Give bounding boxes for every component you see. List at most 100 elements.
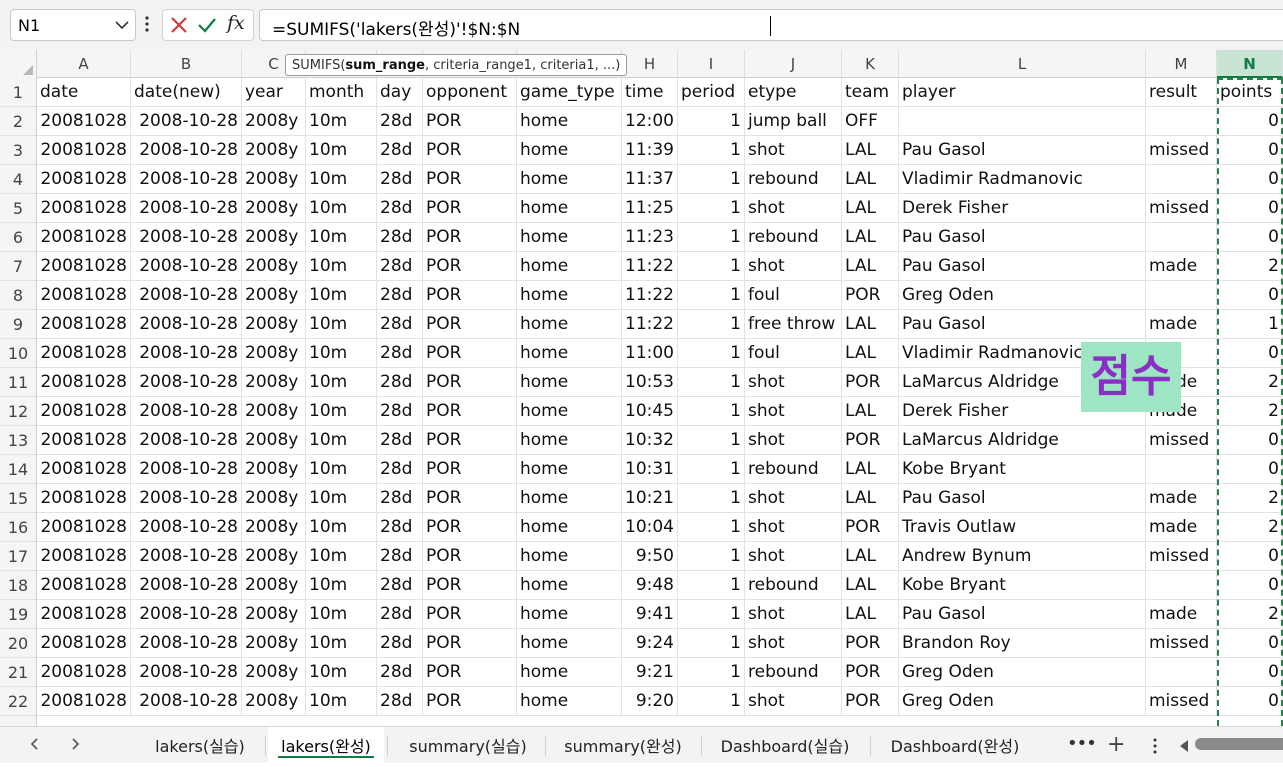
table-cell[interactable]: Pau Gasol — [899, 223, 1146, 252]
table-cell[interactable]: rebound — [745, 165, 842, 194]
table-cell[interactable]: 0 — [1217, 107, 1283, 136]
table-cell[interactable]: 0 — [1217, 426, 1283, 455]
table-cell[interactable]: 28d — [377, 687, 423, 716]
table-cell[interactable]: 11:25 — [622, 194, 678, 223]
table-cell[interactable]: 1 — [678, 281, 745, 310]
table-cell[interactable]: made — [1146, 484, 1217, 513]
table-cell[interactable]: shot — [745, 687, 842, 716]
table-cell[interactable]: 2008-10-28 — [131, 629, 242, 658]
table-cell[interactable]: POR — [423, 513, 517, 542]
table-cell[interactable]: POR — [423, 252, 517, 281]
fx-icon[interactable]: fx — [227, 12, 245, 34]
table-cell[interactable]: Andrew Bynum — [899, 542, 1146, 571]
table-cell[interactable]: 28d — [377, 281, 423, 310]
table-cell[interactable]: POR — [423, 455, 517, 484]
table-cell[interactable]: POR — [423, 397, 517, 426]
table-cell[interactable]: 2008-10-28 — [131, 223, 242, 252]
table-cell[interactable]: LaMarcus Aldridge — [899, 426, 1146, 455]
table-cell[interactable]: 9:20 — [622, 687, 678, 716]
table-cell[interactable]: 2008-10-28 — [131, 339, 242, 368]
table-cell[interactable]: 10m — [306, 339, 377, 368]
header-cell[interactable]: result — [1146, 78, 1217, 107]
table-cell[interactable]: 28d — [377, 107, 423, 136]
function-tooltip[interactable]: SUMIFS(sum_range, criteria_range1, crite… — [285, 54, 628, 76]
table-cell[interactable]: 20081028 — [37, 571, 131, 600]
table-cell[interactable]: 1 — [678, 136, 745, 165]
table-cell[interactable]: 2008-10-28 — [131, 165, 242, 194]
row-header-15[interactable]: 15 — [0, 484, 36, 513]
table-cell[interactable]: shot — [745, 484, 842, 513]
row-header-14[interactable]: 14 — [0, 455, 36, 484]
table-cell[interactable]: 2008y — [242, 513, 306, 542]
table-cell[interactable]: Pau Gasol — [899, 136, 1146, 165]
table-cell[interactable]: 9:48 — [622, 571, 678, 600]
table-cell[interactable]: Pau Gasol — [899, 252, 1146, 281]
table-cell[interactable]: 10m — [306, 252, 377, 281]
table-cell[interactable]: 2 — [1217, 368, 1283, 397]
table-cell[interactable]: 0 — [1217, 339, 1283, 368]
scroll-left-icon[interactable] — [1180, 740, 1188, 752]
table-cell[interactable]: 20081028 — [37, 339, 131, 368]
table-cell[interactable]: 2008y — [242, 455, 306, 484]
table-cell[interactable]: rebound — [745, 571, 842, 600]
table-cell[interactable]: home — [517, 513, 622, 542]
table-cell[interactable]: Greg Oden — [899, 658, 1146, 687]
table-cell[interactable]: home — [517, 252, 622, 281]
table-cell[interactable]: 1 — [678, 455, 745, 484]
table-cell[interactable]: LAL — [842, 542, 899, 571]
table-cell[interactable]: 20081028 — [37, 455, 131, 484]
sheet-tab-3[interactable]: summary(완성) — [548, 727, 698, 763]
table-cell[interactable]: 2008-10-28 — [131, 252, 242, 281]
table-cell[interactable]: 2008y — [242, 281, 306, 310]
table-cell[interactable]: 2008y — [242, 107, 306, 136]
table-cell[interactable]: home — [517, 484, 622, 513]
table-cell[interactable]: 2008-10-28 — [131, 658, 242, 687]
table-cell[interactable]: home — [517, 223, 622, 252]
header-cell[interactable]: team — [842, 78, 899, 107]
column-header-a[interactable]: A — [37, 50, 131, 78]
table-cell[interactable]: shot — [745, 368, 842, 397]
table-cell[interactable]: 2008y — [242, 165, 306, 194]
table-cell[interactable]: Vladimir Radmanovic — [899, 165, 1146, 194]
table-cell[interactable]: 2008y — [242, 194, 306, 223]
row-header-6[interactable]: 6 — [0, 223, 36, 252]
header-cell[interactable]: player — [899, 78, 1146, 107]
table-cell[interactable]: 20081028 — [37, 281, 131, 310]
table-cell[interactable]: 1 — [678, 571, 745, 600]
table-cell[interactable]: POR — [423, 107, 517, 136]
table-cell[interactable]: 1 — [678, 223, 745, 252]
table-cell[interactable]: 20081028 — [37, 484, 131, 513]
table-cell[interactable]: 2008y — [242, 600, 306, 629]
table-cell[interactable]: 1 — [678, 310, 745, 339]
table-cell[interactable]: 2 — [1217, 600, 1283, 629]
table-cell[interactable]: home — [517, 658, 622, 687]
table-cell[interactable]: 0 — [1217, 455, 1283, 484]
table-cell[interactable]: POR — [842, 368, 899, 397]
table-cell[interactable]: 1 — [678, 484, 745, 513]
table-cell[interactable]: 28d — [377, 194, 423, 223]
table-cell[interactable]: LAL — [842, 252, 899, 281]
table-cell[interactable]: POR — [842, 687, 899, 716]
table-cell[interactable]: shot — [745, 252, 842, 281]
table-cell[interactable]: 28d — [377, 455, 423, 484]
table-cell[interactable]: 20081028 — [37, 600, 131, 629]
header-cell[interactable]: points — [1217, 78, 1283, 107]
column-header-b[interactable]: B — [131, 50, 242, 78]
chevron-down-icon[interactable] — [115, 20, 129, 30]
table-cell[interactable]: POR — [842, 658, 899, 687]
table-cell[interactable]: 20081028 — [37, 194, 131, 223]
header-cell[interactable]: month — [306, 78, 377, 107]
formula-input[interactable]: =SUMIFS('lakers(완성)'!$N:$N — [259, 9, 1283, 41]
table-cell[interactable]: 1 — [678, 542, 745, 571]
table-cell[interactable]: home — [517, 339, 622, 368]
prev-sheet-icon[interactable] — [28, 737, 42, 751]
header-cell[interactable]: year — [242, 78, 306, 107]
table-cell[interactable]: 1 — [678, 658, 745, 687]
row-header-5[interactable]: 5 — [0, 194, 36, 223]
table-cell[interactable]: 28d — [377, 571, 423, 600]
table-cell[interactable]: 20081028 — [37, 165, 131, 194]
row-header-12[interactable]: 12 — [0, 397, 36, 426]
table-cell[interactable]: 1 — [678, 339, 745, 368]
table-cell[interactable]: 9:24 — [622, 629, 678, 658]
table-cell[interactable]: POR — [842, 629, 899, 658]
